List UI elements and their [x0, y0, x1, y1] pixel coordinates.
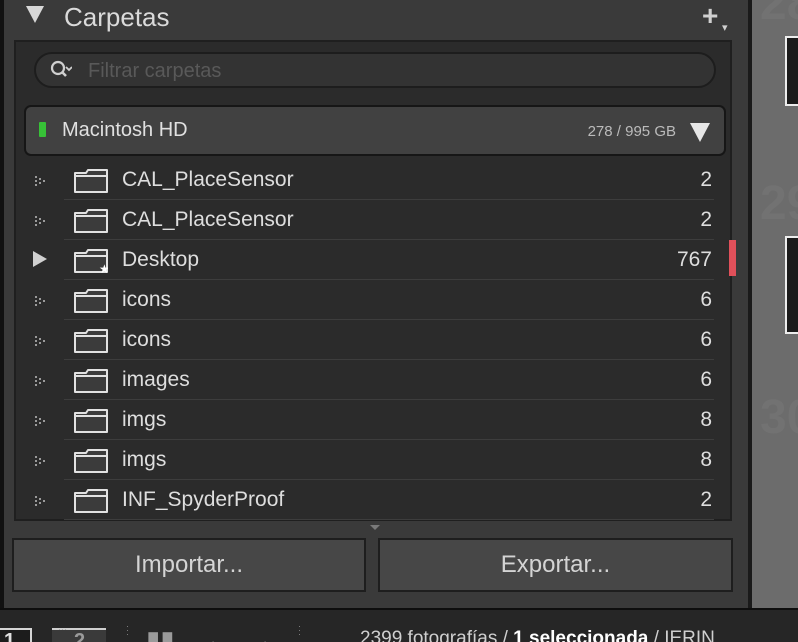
volume-name: Macintosh HD	[62, 119, 188, 141]
filmstrip-toolbar: 1 ··· 2 · · · ▮▮ ← → · · · 2399 fotografías …	[0, 608, 798, 642]
folder-count: 6	[700, 328, 712, 351]
add-folder-button[interactable]: + ▾	[702, 0, 732, 35]
plus-icon: +	[702, 0, 719, 31]
folder-icon	[74, 289, 108, 313]
grid-cell-number: 30	[760, 391, 798, 444]
folder-name: images	[122, 368, 190, 391]
forward-arrow-icon[interactable]: →	[248, 627, 274, 642]
search-icon[interactable]	[50, 59, 72, 81]
folder-favorite-icon: ★	[74, 249, 110, 276]
monitor-1-label: 1	[4, 630, 16, 642]
folder-icon	[74, 169, 108, 193]
search-field[interactable]	[34, 52, 716, 88]
no-subfolders-icon	[34, 174, 46, 186]
folder-count: 2	[700, 168, 712, 191]
folder-row[interactable]: icons 6	[24, 280, 724, 320]
no-subfolders-icon	[34, 334, 46, 346]
folder-icon	[74, 329, 108, 353]
svg-text:★: ★	[99, 262, 108, 273]
volume-usage: 278 / 995 GB	[587, 123, 676, 140]
folder-count: 2	[700, 208, 712, 231]
folder-icon	[74, 369, 108, 393]
folder-count: 8	[700, 448, 712, 471]
folder-row[interactable]: icons 6	[24, 320, 724, 360]
dots-icon: ···	[58, 624, 67, 634]
volume-collapse-icon[interactable]	[690, 123, 710, 142]
folder-name: icons	[122, 288, 172, 311]
separator-icon: · · ·	[126, 621, 129, 639]
folder-row[interactable]: imgs 8	[24, 440, 724, 480]
folder-count: 6	[700, 288, 712, 311]
folder-count: 6	[700, 368, 712, 391]
folder-count: 8	[700, 408, 712, 431]
monitor-2-label: 2	[74, 630, 86, 642]
row-divider	[64, 519, 714, 520]
volume-status-indicator	[39, 122, 46, 137]
folder-icon	[74, 209, 108, 233]
no-subfolders-icon	[34, 214, 46, 226]
grid-cell-number: 28	[760, 0, 798, 30]
folder-icon	[74, 409, 108, 433]
no-subfolders-icon	[34, 374, 46, 386]
chevron-down-icon: ▾	[722, 22, 728, 34]
folder-count: 2	[700, 488, 712, 511]
no-subfolders-icon	[34, 414, 46, 426]
grid-thumbnail[interactable]	[785, 236, 798, 334]
expand-triangle-icon[interactable]	[33, 251, 47, 267]
folder-name: imgs	[122, 448, 167, 471]
import-button[interactable]: Importar...	[12, 538, 366, 592]
folder-icon	[74, 489, 108, 513]
collapse-triangle-icon[interactable]	[26, 6, 44, 23]
folder-row[interactable]: ★ Desktop 767	[24, 240, 736, 280]
search-input[interactable]	[86, 58, 690, 84]
selection-status[interactable]: 2399 fotografías / 1 seleccionada / IERI…	[360, 628, 715, 642]
folder-name: CAL_PlaceSensor	[122, 168, 294, 191]
back-arrow-icon[interactable]: ←	[204, 627, 230, 642]
color-label-marker	[729, 240, 736, 276]
grid-thumbnail[interactable]	[785, 36, 798, 106]
no-subfolders-icon	[34, 294, 46, 306]
resize-handle-icon[interactable]	[370, 525, 380, 530]
folder-row[interactable]: INF_SpyderProof 2	[24, 480, 724, 520]
separator-icon: · · ·	[298, 621, 301, 639]
folder-name: Desktop	[122, 248, 200, 271]
grid-view-icon[interactable]: ▮▮	[146, 627, 175, 642]
panel-title: Carpetas	[64, 2, 170, 32]
no-subfolders-icon	[34, 454, 46, 466]
folder-name: imgs	[122, 408, 167, 431]
folder-name: INF_SpyderProof	[122, 488, 285, 511]
status-path: / IERIN	[653, 628, 715, 642]
folder-list: CAL_PlaceSensor 2 CAL_PlaceSensor 2 ★ Desktop…	[24, 160, 736, 520]
no-subfolders-icon	[34, 494, 46, 506]
folder-row[interactable]: CAL_PlaceSensor 2	[24, 200, 724, 240]
volume-header[interactable]: Macintosh HD 278 / 995 GB	[24, 105, 726, 156]
status-count: 2399 fotografías /	[360, 628, 508, 642]
status-selected: 1 seleccionada	[513, 628, 649, 642]
panel-header[interactable]: Carpetas + ▾	[4, 0, 748, 36]
grid-cell-number: 29	[760, 177, 798, 230]
folder-name: icons	[122, 328, 172, 351]
folder-row[interactable]: imgs 8	[24, 400, 724, 440]
folder-count: 767	[676, 248, 712, 271]
folder-row[interactable]: images 6	[24, 360, 724, 400]
folder-name: CAL_PlaceSensor	[122, 208, 294, 231]
secondary-monitor-button[interactable]: ··· 2	[52, 624, 106, 642]
export-button[interactable]: Exportar...	[378, 538, 733, 592]
folder-row[interactable]: CAL_PlaceSensor 2	[24, 160, 724, 200]
primary-monitor-button[interactable]: 1	[0, 628, 32, 642]
folder-icon	[74, 449, 108, 473]
